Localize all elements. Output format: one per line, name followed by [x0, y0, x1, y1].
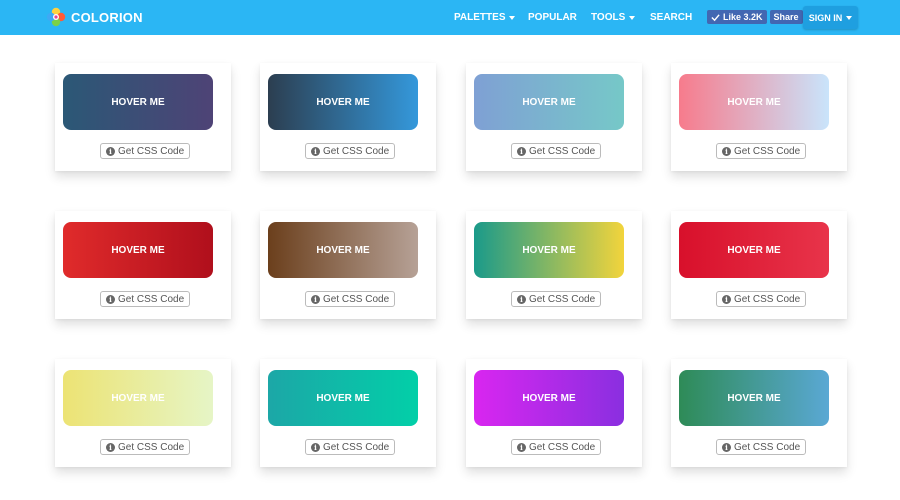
gradient-button[interactable]: HOVER ME — [63, 222, 213, 278]
gradient-button[interactable]: HOVER ME — [268, 222, 418, 278]
gradient-button[interactable]: HOVER ME — [679, 370, 829, 426]
info-icon: i — [106, 294, 115, 304]
gradient-card: HOVER ME i Get CSS Code — [671, 359, 847, 467]
get-css-code-label: Get CSS Code — [529, 293, 596, 305]
button-label: HOVER ME — [522, 96, 576, 108]
brand-name: COLORION — [71, 9, 143, 25]
get-css-code-button[interactable]: i Get CSS Code — [305, 291, 396, 307]
info-icon: i — [517, 442, 526, 452]
gradient-card: HOVER ME i Get CSS Code — [55, 359, 231, 467]
nav-tools[interactable]: TOOLS — [591, 0, 636, 35]
gradient-button[interactable]: HOVER ME — [679, 74, 829, 130]
get-css-code-button[interactable]: i Get CSS Code — [511, 439, 602, 455]
nav-popular-label: POPULAR — [528, 12, 577, 23]
get-css-code-label: Get CSS Code — [323, 293, 390, 305]
button-label: HOVER ME — [111, 392, 165, 404]
nav-search-label: SEARCH — [650, 12, 693, 23]
logo-icon — [46, 7, 66, 27]
get-css-code-label: Get CSS Code — [529, 441, 596, 453]
gradient-card: HOVER ME i Get CSS Code — [466, 211, 642, 319]
info-icon: i — [517, 146, 526, 156]
button-label: HOVER ME — [316, 96, 370, 108]
gradient-button[interactable]: HOVER ME — [474, 370, 624, 426]
gradient-card: HOVER ME i Get CSS Code — [466, 359, 642, 467]
gradient-button[interactable]: HOVER ME — [268, 370, 418, 426]
get-css-code-label: Get CSS Code — [118, 145, 185, 157]
share-label: Share — [773, 12, 799, 22]
gradient-card: HOVER ME i Get CSS Code — [260, 359, 436, 467]
button-label: HOVER ME — [316, 392, 370, 404]
get-css-code-button[interactable]: i Get CSS Code — [305, 439, 396, 455]
get-css-code-button[interactable]: i Get CSS Code — [305, 143, 396, 159]
info-icon: i — [722, 442, 731, 452]
gradient-button[interactable]: HOVER ME — [679, 222, 829, 278]
gradient-card: HOVER ME i Get CSS Code — [55, 211, 231, 319]
facebook-like-button[interactable]: Like 3.2K — [707, 10, 767, 24]
info-icon: i — [106, 146, 115, 156]
gradient-button[interactable]: HOVER ME — [474, 222, 624, 278]
top-navbar: COLORION PALETTES POPULAR TOOLS SEARCH L… — [0, 0, 900, 35]
button-label: HOVER ME — [727, 244, 781, 256]
get-css-code-button[interactable]: i Get CSS Code — [716, 143, 807, 159]
get-css-code-button[interactable]: i Get CSS Code — [100, 143, 191, 159]
sign-in-label: SIGN IN — [808, 12, 843, 23]
info-icon: i — [311, 294, 320, 304]
get-css-code-label: Get CSS Code — [323, 145, 390, 157]
get-css-code-label: Get CSS Code — [734, 145, 801, 157]
facebook-widget: Like 3.2K Share — [707, 10, 803, 24]
gradient-button[interactable]: HOVER ME — [268, 74, 418, 130]
button-label: HOVER ME — [111, 96, 165, 108]
gradient-card: HOVER ME i Get CSS Code — [671, 63, 847, 171]
get-css-code-label: Get CSS Code — [323, 441, 390, 453]
get-css-code-label: Get CSS Code — [118, 441, 185, 453]
gradient-card: HOVER ME i Get CSS Code — [260, 63, 436, 171]
facebook-share-button[interactable]: Share — [769, 10, 803, 24]
get-css-code-button[interactable]: i Get CSS Code — [716, 439, 807, 455]
get-css-code-label: Get CSS Code — [734, 293, 801, 305]
info-icon: i — [722, 146, 731, 156]
nav-popular[interactable]: POPULAR — [528, 0, 577, 35]
button-label: HOVER ME — [727, 392, 781, 404]
nav-palettes-label: PALETTES — [454, 12, 506, 23]
chevron-down-icon — [846, 15, 853, 20]
info-icon: i — [311, 442, 320, 452]
nav-tools-label: TOOLS — [591, 12, 626, 23]
check-icon — [711, 13, 720, 21]
button-label: HOVER ME — [111, 244, 165, 256]
nav-palettes[interactable]: PALETTES — [454, 0, 516, 35]
info-icon: i — [517, 294, 526, 304]
brand[interactable]: COLORION — [46, 7, 143, 27]
info-icon: i — [722, 294, 731, 304]
nav-search[interactable]: SEARCH — [650, 0, 692, 35]
button-label: HOVER ME — [522, 244, 576, 256]
get-css-code-label: Get CSS Code — [734, 441, 801, 453]
get-css-code-button[interactable]: i Get CSS Code — [100, 291, 191, 307]
get-css-code-button[interactable]: i Get CSS Code — [716, 291, 807, 307]
button-label: HOVER ME — [522, 392, 576, 404]
like-count-label: Like 3.2K — [723, 12, 763, 22]
gradient-card: HOVER ME i Get CSS Code — [260, 211, 436, 319]
gradient-card: HOVER ME i Get CSS Code — [466, 63, 642, 171]
gradient-card: HOVER ME i Get CSS Code — [55, 63, 231, 171]
gradient-button[interactable]: HOVER ME — [474, 74, 624, 130]
button-label: HOVER ME — [316, 244, 370, 256]
gradient-button[interactable]: HOVER ME — [63, 370, 213, 426]
button-label: HOVER ME — [727, 96, 781, 108]
chevron-down-icon — [629, 15, 636, 20]
gradient-card: HOVER ME i Get CSS Code — [671, 211, 847, 319]
sign-in-button[interactable]: SIGN IN — [803, 6, 858, 29]
get-css-code-button[interactable]: i Get CSS Code — [511, 291, 602, 307]
info-icon: i — [311, 146, 320, 156]
get-css-code-button[interactable]: i Get CSS Code — [100, 439, 191, 455]
gradient-button[interactable]: HOVER ME — [63, 74, 213, 130]
get-css-code-label: Get CSS Code — [118, 293, 185, 305]
get-css-code-label: Get CSS Code — [529, 145, 596, 157]
info-icon: i — [106, 442, 115, 452]
get-css-code-button[interactable]: i Get CSS Code — [511, 143, 602, 159]
chevron-down-icon — [509, 15, 516, 20]
